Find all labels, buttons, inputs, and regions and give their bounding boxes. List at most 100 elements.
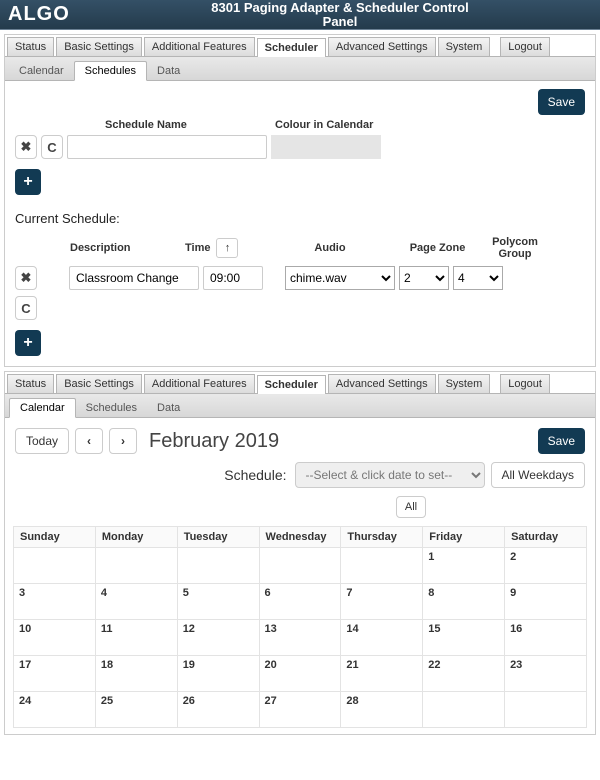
calendar-cell[interactable]: 18 <box>95 656 177 692</box>
calendar-cell[interactable]: 19 <box>177 656 259 692</box>
schedule-letter-button[interactable]: C <box>41 135 63 159</box>
weekday-header: Thursday <box>341 527 423 548</box>
item-letter-button[interactable]: C <box>15 296 37 320</box>
calendar-cell[interactable]: 1 <box>423 548 505 584</box>
tab-logout[interactable]: Logout <box>500 37 550 56</box>
next-month-button[interactable]: › <box>109 428 137 454</box>
prev-month-button[interactable]: ‹ <box>75 428 103 454</box>
calendar-panel: Status Basic Settings Additional Feature… <box>4 371 596 735</box>
calendar-cell[interactable]: 3 <box>14 584 96 620</box>
schedule-row: ✖ C <box>15 135 585 159</box>
calendar-cell[interactable] <box>14 548 96 584</box>
subtab-schedules[interactable]: Schedules <box>74 61 147 81</box>
calendar-cell[interactable]: 21 <box>341 656 423 692</box>
calendar-cell[interactable]: 15 <box>423 620 505 656</box>
add-item-button[interactable]: + <box>15 330 41 356</box>
weekday-header: Wednesday <box>259 527 341 548</box>
calendar-cell[interactable]: 9 <box>505 584 587 620</box>
calendar-cell[interactable]: 28 <box>341 692 423 728</box>
subtab-data[interactable]: Data <box>147 62 190 80</box>
calendar-month-title: February 2019 <box>149 430 279 453</box>
calendar-cell[interactable]: 20 <box>259 656 341 692</box>
calendar-cell[interactable]: 26 <box>177 692 259 728</box>
schedule-select[interactable]: --Select & click date to set-- <box>295 462 485 488</box>
main-tab-row: Status Basic Settings Additional Feature… <box>5 35 595 57</box>
tab-system[interactable]: System <box>438 374 491 393</box>
calendar-cell[interactable]: 6 <box>259 584 341 620</box>
save-button[interactable]: Save <box>538 89 585 115</box>
calendar-cell[interactable] <box>95 548 177 584</box>
calendar-cell[interactable] <box>505 692 587 728</box>
tab-status[interactable]: Status <box>7 37 54 56</box>
calendar-cell[interactable]: 11 <box>95 620 177 656</box>
all-weekdays-button[interactable]: All Weekdays <box>491 462 585 488</box>
arrow-up-icon: ↑ <box>225 242 231 254</box>
weekday-header: Friday <box>423 527 505 548</box>
tab-basic-settings[interactable]: Basic Settings <box>56 374 142 393</box>
schedules-panel: Status Basic Settings Additional Feature… <box>4 34 596 367</box>
calendar-cell[interactable]: 14 <box>341 620 423 656</box>
calendar-cell[interactable]: 8 <box>423 584 505 620</box>
chevron-left-icon: ‹ <box>87 434 91 448</box>
subtab-calendar[interactable]: Calendar <box>9 398 76 418</box>
calendar-cell[interactable]: 5 <box>177 584 259 620</box>
calendar-cell[interactable] <box>259 548 341 584</box>
current-schedule-header: Description Time ↑ Audio Page Zone Polyc… <box>15 236 585 260</box>
chevron-right-icon: › <box>121 434 125 448</box>
tab-advanced-settings[interactable]: Advanced Settings <box>328 37 436 56</box>
tab-additional-features[interactable]: Additional Features <box>144 374 255 393</box>
subtab-data[interactable]: Data <box>147 399 190 417</box>
calendar-row: 2425262728 <box>14 692 587 728</box>
calendar-cell[interactable]: 25 <box>95 692 177 728</box>
sort-time-button[interactable]: ↑ <box>216 238 238 258</box>
remove-schedule-button[interactable]: ✖ <box>15 135 37 159</box>
tab-system[interactable]: System <box>438 37 491 56</box>
tab-basic-settings[interactable]: Basic Settings <box>56 37 142 56</box>
title-line1: 8301 Paging Adapter & Scheduler Control <box>211 0 468 15</box>
calendar-cell[interactable]: 27 <box>259 692 341 728</box>
page-zone-select[interactable]: 2 <box>399 266 449 290</box>
weekday-header: Saturday <box>505 527 587 548</box>
subtab-schedules[interactable]: Schedules <box>76 399 147 417</box>
audio-select[interactable]: chime.wav <box>285 266 395 290</box>
tab-advanced-settings[interactable]: Advanced Settings <box>328 374 436 393</box>
colour-swatch[interactable] <box>271 135 381 159</box>
calendar-cell[interactable] <box>341 548 423 584</box>
schedules-content: Save Schedule Name Colour in Calendar ✖ … <box>5 81 595 360</box>
time-input[interactable] <box>203 266 263 290</box>
tab-status[interactable]: Status <box>7 374 54 393</box>
tab-additional-features[interactable]: Additional Features <box>144 37 255 56</box>
all-button[interactable]: All <box>396 496 426 518</box>
plus-icon: + <box>23 173 32 191</box>
schedule-name-input[interactable] <box>67 135 267 159</box>
calendar-cell[interactable] <box>423 692 505 728</box>
tab-scheduler[interactable]: Scheduler <box>257 38 326 57</box>
remove-item-button[interactable]: ✖ <box>15 266 37 290</box>
calendar-cell[interactable]: 12 <box>177 620 259 656</box>
description-input[interactable] <box>69 266 199 290</box>
subtab-calendar[interactable]: Calendar <box>9 62 74 80</box>
calendar-cell[interactable]: 4 <box>95 584 177 620</box>
calendar-cell[interactable] <box>177 548 259 584</box>
tab-logout[interactable]: Logout <box>500 374 550 393</box>
add-schedule-button[interactable]: + <box>15 169 41 195</box>
polycom-group-select[interactable]: 4 <box>453 266 503 290</box>
tab-scheduler[interactable]: Scheduler <box>257 375 326 394</box>
schedule-item-row: ✖ chime.wav 2 4 <box>15 266 585 290</box>
calendar-cell[interactable]: 2 <box>505 548 587 584</box>
calendar-cell[interactable]: 23 <box>505 656 587 692</box>
calendar-grid: Sunday Monday Tuesday Wednesday Thursday… <box>13 526 587 728</box>
calendar-cell[interactable]: 24 <box>14 692 96 728</box>
weekday-header: Monday <box>95 527 177 548</box>
logo: ALGO <box>8 3 88 26</box>
calendar-cell[interactable]: 10 <box>14 620 96 656</box>
header-time-label: Time <box>185 242 210 254</box>
calendar-controls: Today ‹ › February 2019 Save <box>5 418 595 454</box>
today-button[interactable]: Today <box>15 428 69 454</box>
calendar-cell[interactable]: 7 <box>341 584 423 620</box>
calendar-cell[interactable]: 16 <box>505 620 587 656</box>
calendar-cell[interactable]: 22 <box>423 656 505 692</box>
calendar-cell[interactable]: 17 <box>14 656 96 692</box>
calendar-save-button[interactable]: Save <box>538 428 585 454</box>
calendar-cell[interactable]: 13 <box>259 620 341 656</box>
